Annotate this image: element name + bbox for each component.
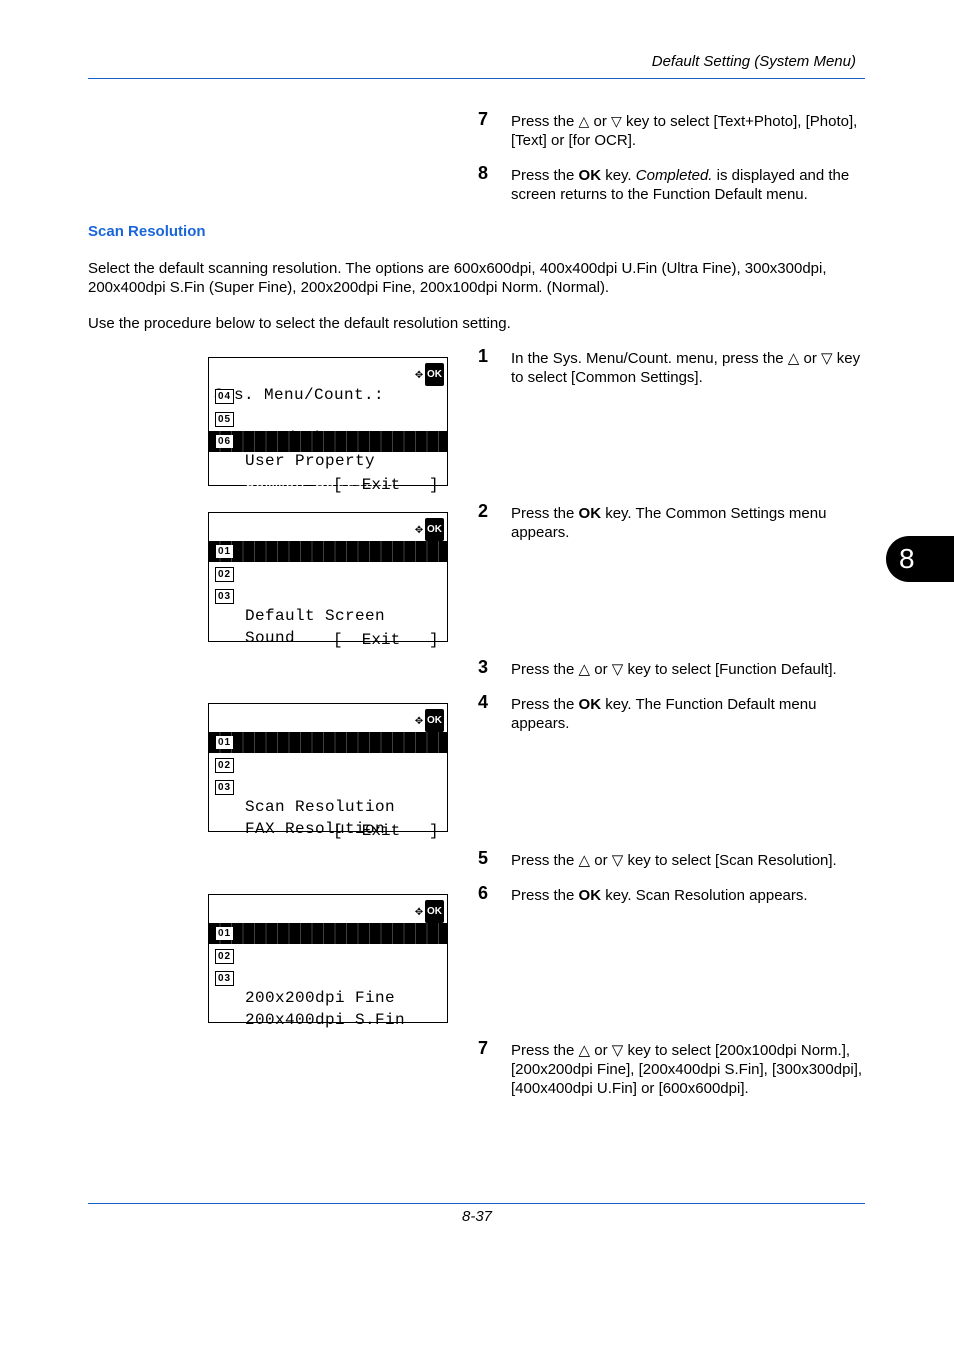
item-label: 200x400dpi S.Fin [245,1011,406,1029]
item-number-badge: 02 [215,948,234,964]
item-label: 200x200dpi Fine [245,988,396,1007]
item-number-badge: 01 [215,544,234,559]
lcd-menu-item[interactable]: 01 Color Selection [209,732,447,793]
lcd-screen: Scan Resolution: ✥ OK 01 200x100dpi Norm… [208,894,448,1029]
step-text: In the Sys. Menu/Count. menu, press the … [511,350,861,386]
item-number-badge: 01 [215,926,234,941]
step-number: 8 [478,163,489,183]
header-title: Default Setting (System Menu) [651,53,856,70]
step-text: Press the OK key. Completed. is displaye… [511,167,850,203]
lcd-title-row: Sys. Menu/Count.: ✥ OK [209,363,447,404]
step-number: 7 [478,1038,489,1058]
lcd-menu-item[interactable]: 04 User/Job Account [209,386,447,447]
item-number-badge: 05 [215,411,234,427]
lcd-screen: Common Settings: ✥ OK 01 Language 02 Def… [208,512,448,649]
lcd-menu-item[interactable]: 03 Sound [209,586,447,647]
lcd-menu-item[interactable]: 02 Scan Resolution [209,755,447,816]
lcd-screen: Sys. Menu/Count.: ✥ OK 04 User/Job Accou… [208,357,448,494]
step-number: 2 [478,501,489,521]
exit-button[interactable]: [ Exit ] [333,630,439,651]
page-number: 8-37 [461,1208,493,1225]
ok-key-icon: OK [425,709,444,732]
lcd-menu-item[interactable]: 02 Default Screen [209,564,447,625]
four-way-arrows-icon: ✥ [415,367,423,382]
lcd-exit-row: [ Exit ] [209,800,447,840]
step-number: 3 [478,657,489,677]
lcd-exit-row: [ Exit ] [209,454,447,494]
down-triangle-icon: ▽ [611,113,622,129]
item-number-badge: 06 [215,434,234,449]
exit-button[interactable]: [ Exit ] [333,475,439,496]
step-number: 7 [478,109,489,129]
lcd-title-row: Scan Resolution: ✥ OK [209,900,447,941]
lcd-title-row: Common Settings: ✥ OK [209,518,447,559]
lcd-menu-item[interactable]: 03 200x400dpi S.Fin [209,968,447,1029]
item-number-badge: 03 [215,780,234,795]
ok-key-icon: OK [425,363,444,386]
item-number-badge: 01 [215,735,234,750]
exit-button[interactable]: [ Exit ] [333,821,439,842]
item-number-badge: 03 [215,589,234,604]
item-number-badge: 04 [215,389,234,404]
four-way-arrows-icon: ✥ [415,904,423,919]
lcd-exit-row: [ Exit ] [209,609,447,649]
step-text: Press the △ or ▽ key to select [Scan Res… [511,852,837,869]
lcd-menu-item[interactable]: 05 User Property [209,409,447,470]
up-triangle-icon: △ [578,113,590,129]
item-number-badge: 02 [215,757,234,773]
step-number: 1 [478,346,489,366]
section-procedure: Use the procedure below to select the de… [88,315,511,332]
lcd-nav: ✥ OK [415,709,444,732]
lcd-screen: Function Default: ✥ OK 01 Color Selectio… [208,703,448,840]
step-text: Press the OK key. The Function Default m… [511,696,817,732]
lcd-nav: ✥ OK [415,518,444,541]
header-rule [88,78,865,79]
chapter-tab: 8 [886,536,954,582]
four-way-arrows-icon: ✥ [415,713,423,728]
step-number: 5 [478,848,489,868]
lcd-menu-item[interactable]: 01 Language [209,541,447,602]
ok-key-icon: OK [425,900,444,923]
lcd-nav: ✥ OK [415,900,444,923]
ok-key-label: OK [578,696,602,713]
item-number-badge: 03 [215,971,234,986]
lcd-menu-item[interactable]: 03 FAX Resolution [209,777,447,838]
ok-key-icon: OK [425,518,444,541]
item-number-badge: 02 [215,566,234,582]
ok-key-label: OK [578,887,602,904]
lcd-menu-item[interactable]: 01 200x100dpi Norm. [209,923,447,984]
step-text: Press the △ or ▽ key to select [200x100d… [511,1042,863,1097]
ok-key-label: OK [578,505,602,522]
lcd-menu-item[interactable]: 06 Common Settings [209,431,447,492]
step-text: Press the △ or ▽ key to select [Text+Pho… [511,113,858,149]
step-text: Press the OK key. Scan Resolution appear… [511,887,808,904]
section-intro: Select the default scanning resolution. … [88,260,827,296]
lcd-menu-item[interactable]: 02 200x200dpi Fine [209,946,447,1007]
footer-rule [88,1203,865,1204]
section-title: Scan Resolution [88,223,206,240]
lcd-title-row: Function Default: ✥ OK [209,709,447,750]
step-number: 4 [478,692,489,712]
step-text: Press the △ or ▽ key to select [Function… [511,661,837,678]
step-number: 6 [478,883,489,903]
four-way-arrows-icon: ✥ [415,522,423,537]
step-text: Press the OK key. The Common Settings me… [511,505,827,541]
lcd-nav: ✥ OK [415,363,444,386]
